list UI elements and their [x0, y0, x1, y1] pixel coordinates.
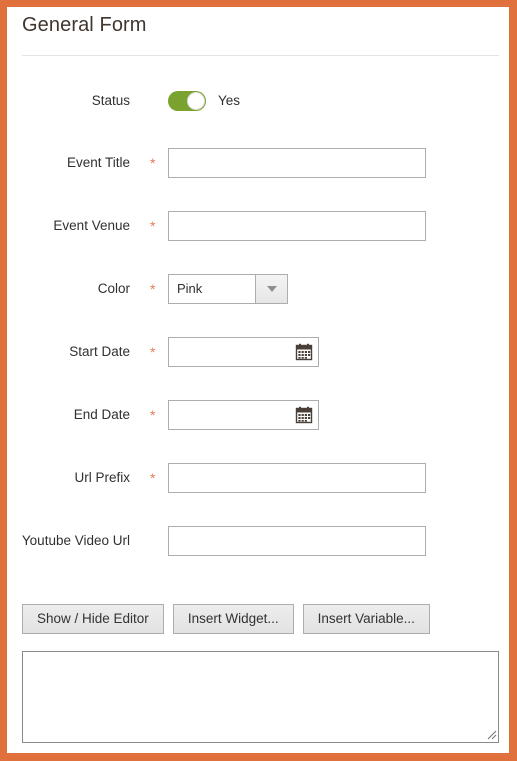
required-marker-event-venue: * — [150, 218, 156, 234]
field-row-status: Status Yes — [7, 86, 509, 116]
label-color: Color — [97, 281, 130, 296]
end-date-group — [168, 400, 319, 430]
label-end-date: End Date — [73, 407, 130, 422]
screenshot-root: General Form Status Yes Event Title * Ev… — [0, 0, 517, 761]
toggle-knob — [187, 92, 205, 110]
youtube-video-url-input[interactable] — [168, 526, 426, 556]
required-marker-event-title: * — [150, 155, 156, 171]
calendar-icon[interactable] — [293, 341, 315, 363]
caret-shape — [266, 286, 277, 292]
general-form-panel: General Form Status Yes Event Title * Ev… — [7, 7, 509, 753]
label-event-venue: Event Venue — [53, 218, 130, 233]
label-url-prefix: Url Prefix — [74, 470, 130, 485]
status-toggle-value: Yes — [218, 93, 241, 108]
required-marker-color: * — [150, 281, 156, 297]
content-textarea[interactable] — [22, 651, 499, 743]
title-divider — [22, 55, 499, 56]
status-toggle[interactable] — [168, 91, 206, 111]
label-event-title: Event Title — [66, 155, 130, 170]
color-select[interactable]: Pink — [168, 274, 288, 304]
event-title-input[interactable] — [168, 148, 426, 178]
color-select-value: Pink — [177, 281, 203, 296]
field-row-start-date: Start Date * — [7, 337, 509, 367]
field-row-youtube-video-url: Youtube Video Url — [7, 526, 509, 556]
calendar-icon[interactable] — [293, 404, 315, 426]
start-date-group — [168, 337, 319, 367]
field-row-url-prefix: Url Prefix * — [7, 463, 509, 493]
required-marker-end-date: * — [150, 407, 156, 423]
editor-toolbar: Show / Hide Editor Insert Widget... Inse… — [22, 604, 430, 634]
insert-widget-button[interactable]: Insert Widget... — [172, 604, 294, 634]
show-hide-editor-button[interactable]: Show / Hide Editor — [22, 604, 164, 634]
required-marker-start-date: * — [150, 344, 156, 360]
field-row-end-date: End Date * — [7, 400, 509, 430]
page-title: General Form — [22, 14, 147, 36]
url-prefix-input[interactable] — [168, 463, 426, 493]
chevron-down-icon[interactable] — [255, 275, 287, 303]
insert-variable-button[interactable]: Insert Variable... — [302, 604, 430, 634]
field-row-color: Color * Pink — [7, 274, 509, 304]
field-row-event-venue: Event Venue * — [7, 211, 509, 241]
status-toggle-group: Yes — [168, 86, 240, 116]
required-marker-url-prefix: * — [150, 470, 156, 486]
event-venue-input[interactable] — [168, 211, 426, 241]
label-status: Status — [91, 93, 130, 108]
field-row-event-title: Event Title * — [7, 148, 509, 178]
label-start-date: Start Date — [69, 344, 130, 359]
label-youtube-video-url: Youtube Video Url — [21, 533, 130, 548]
